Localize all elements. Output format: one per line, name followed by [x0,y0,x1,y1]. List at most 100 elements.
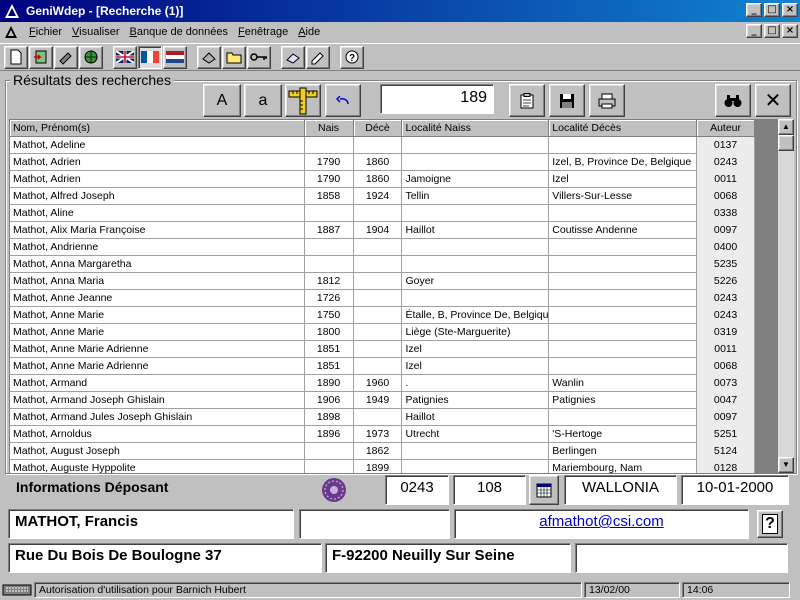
minimize-button[interactable]: _ [746,3,762,17]
cell-auteur[interactable]: 0097 [697,222,755,239]
cell-localite-deces[interactable] [549,409,698,426]
eraser-icon[interactable] [281,45,305,69]
cell-auteur[interactable]: 0068 [697,358,755,375]
cell-deces[interactable] [354,256,403,273]
cell-auteur[interactable]: 0319 [697,324,755,341]
cell-localite-deces[interactable] [549,341,698,358]
cell-name[interactable]: Mathot, Adeline [10,137,305,154]
find-button[interactable] [715,84,751,117]
cell-deces[interactable]: 1960 [354,375,403,392]
cell-localite-naiss[interactable] [402,290,550,307]
depositor-name-field[interactable]: MATHOT, Francis [8,509,294,539]
cell-nais[interactable]: 1858 [305,188,354,205]
cell-localite-deces[interactable]: Coutisse Andenne [549,222,698,239]
vertical-scrollbar[interactable]: ▲ ▼ [778,119,794,473]
cell-name[interactable]: Mathot, Armand [10,375,305,392]
cell-localite-naiss[interactable]: Liège (Ste-Marguerite) [402,324,550,341]
cell-deces[interactable] [354,239,403,256]
cell-deces[interactable]: 1860 [354,154,403,171]
cell-localite-naiss[interactable] [402,256,550,273]
cell-deces[interactable]: 1904 [354,222,403,239]
col-header-nais[interactable]: Nais [304,120,354,137]
cell-name[interactable]: Mathot, August Joseph [10,443,305,460]
col-header-localite-deces[interactable]: Localité Décès [549,120,698,137]
cell-localite-deces[interactable]: Berlingen [549,443,698,460]
cell-localite-deces[interactable]: Izel, B, Province De, Belgique [549,154,698,171]
cell-name[interactable]: Mathot, Auguste Hyppolite [10,460,305,473]
cell-deces[interactable] [354,205,403,222]
close-results-button[interactable]: ✕ [755,84,791,117]
cell-localite-deces[interactable]: Wanlin [549,375,698,392]
table-row[interactable]: Mathot, Anne Jeanne 1726 0243 [10,290,778,307]
cell-deces[interactable]: 1860 [354,171,403,188]
cell-name[interactable]: Mathot, Anne Marie [10,324,305,341]
cell-deces[interactable]: 1949 [354,392,403,409]
cell-nais[interactable]: 1790 [305,171,354,188]
depositor-extra-field[interactable] [299,509,450,539]
lowercase-button[interactable]: a [244,84,282,117]
cell-localite-naiss[interactable]: Jamoigne [402,171,550,188]
col-header-deces[interactable]: Décè [353,120,403,137]
uppercase-button[interactable]: A [203,84,241,117]
table-row[interactable]: Mathot, Armand 1890 1960. Wanlin 0073 [10,375,778,392]
table-row[interactable]: Mathot, Anne Marie Adrienne 1851 Izel 0068 [10,358,778,375]
cell-deces[interactable] [354,341,403,358]
cell-nais[interactable]: 1890 [305,375,354,392]
table-row[interactable]: Mathot, Adeline 0137 [10,137,778,154]
scroll-down-icon[interactable]: ▼ [778,457,794,473]
flag-fr-icon[interactable] [138,45,162,69]
scroll-thumb[interactable] [778,135,794,151]
cell-auteur[interactable]: 0137 [697,137,755,154]
cell-localite-naiss[interactable]: Izel [402,341,550,358]
cell-localite-naiss[interactable] [402,205,550,222]
cell-nais[interactable]: 1750 [305,307,354,324]
cell-auteur[interactable]: 5226 [697,273,755,290]
table-row[interactable]: Mathot, Alfred Joseph 1858 1924 Tellin Ville… [10,188,778,205]
depositor-code-field[interactable]: 0243 [385,475,449,505]
menu-visualiser[interactable]: Visualiser [67,26,125,38]
cell-auteur[interactable]: 0243 [697,307,755,324]
cell-localite-naiss[interactable] [402,137,550,154]
cell-name[interactable]: Mathot, Armand Jules Joseph Ghislain [10,409,305,426]
cell-localite-deces[interactable] [549,358,698,375]
cell-name[interactable]: Mathot, Anne Marie Adrienne [10,341,305,358]
save-button[interactable] [549,84,585,117]
cell-nais[interactable]: 1790 [305,154,354,171]
cell-name[interactable]: Mathot, Adrien [10,171,305,188]
ruler-button[interactable] [285,84,321,117]
table-row[interactable]: Mathot, Adrien 1790 1860 Izel, B, Province … [10,154,778,171]
cell-deces[interactable] [354,290,403,307]
cell-name[interactable]: Mathot, Aline [10,205,305,222]
cell-localite-naiss[interactable]: Haillot [402,409,550,426]
cell-deces[interactable]: 1862 [354,443,403,460]
cell-deces[interactable] [354,307,403,324]
cell-localite-naiss[interactable] [402,239,550,256]
cell-auteur[interactable]: 0400 [697,239,755,256]
table-row[interactable]: Mathot, Andrienne 0400 [10,239,778,256]
cell-auteur[interactable]: 0243 [697,154,755,171]
cell-name[interactable]: Mathot, Alix Maria Françoise [10,222,305,239]
cell-nais[interactable]: 1887 [305,222,354,239]
cell-localite-deces[interactable] [549,290,698,307]
cell-localite-naiss[interactable] [402,154,550,171]
cell-nais[interactable] [305,443,354,460]
cell-auteur[interactable]: 0011 [697,171,755,188]
country-field[interactable] [575,543,788,573]
cell-deces[interactable] [354,137,403,154]
menu-fenetrage[interactable]: Fenêtrage [233,26,293,38]
cell-localite-deces[interactable]: Villers-Sur-Lesse [549,188,698,205]
mdi-minimize-button[interactable]: _ [746,24,762,38]
cell-auteur[interactable]: 0128 [697,460,755,473]
cell-auteur[interactable]: 0068 [697,188,755,205]
cell-auteur[interactable]: 0338 [697,205,755,222]
cell-nais[interactable]: 1851 [305,358,354,375]
cell-auteur[interactable]: 5251 [697,426,755,443]
cell-name[interactable]: Mathot, Anne Jeanne [10,290,305,307]
menu-aide[interactable]: Aide [293,26,325,38]
table-row[interactable]: Mathot, Auguste Hyppolite 1899 Mariembourg… [10,460,778,473]
table-row[interactable]: Mathot, Aline 0338 [10,205,778,222]
cell-localite-naiss[interactable]: Goyer [402,273,550,290]
cell-localite-deces[interactable] [549,205,698,222]
calendar-button[interactable] [529,475,559,505]
cell-nais[interactable]: 1898 [305,409,354,426]
